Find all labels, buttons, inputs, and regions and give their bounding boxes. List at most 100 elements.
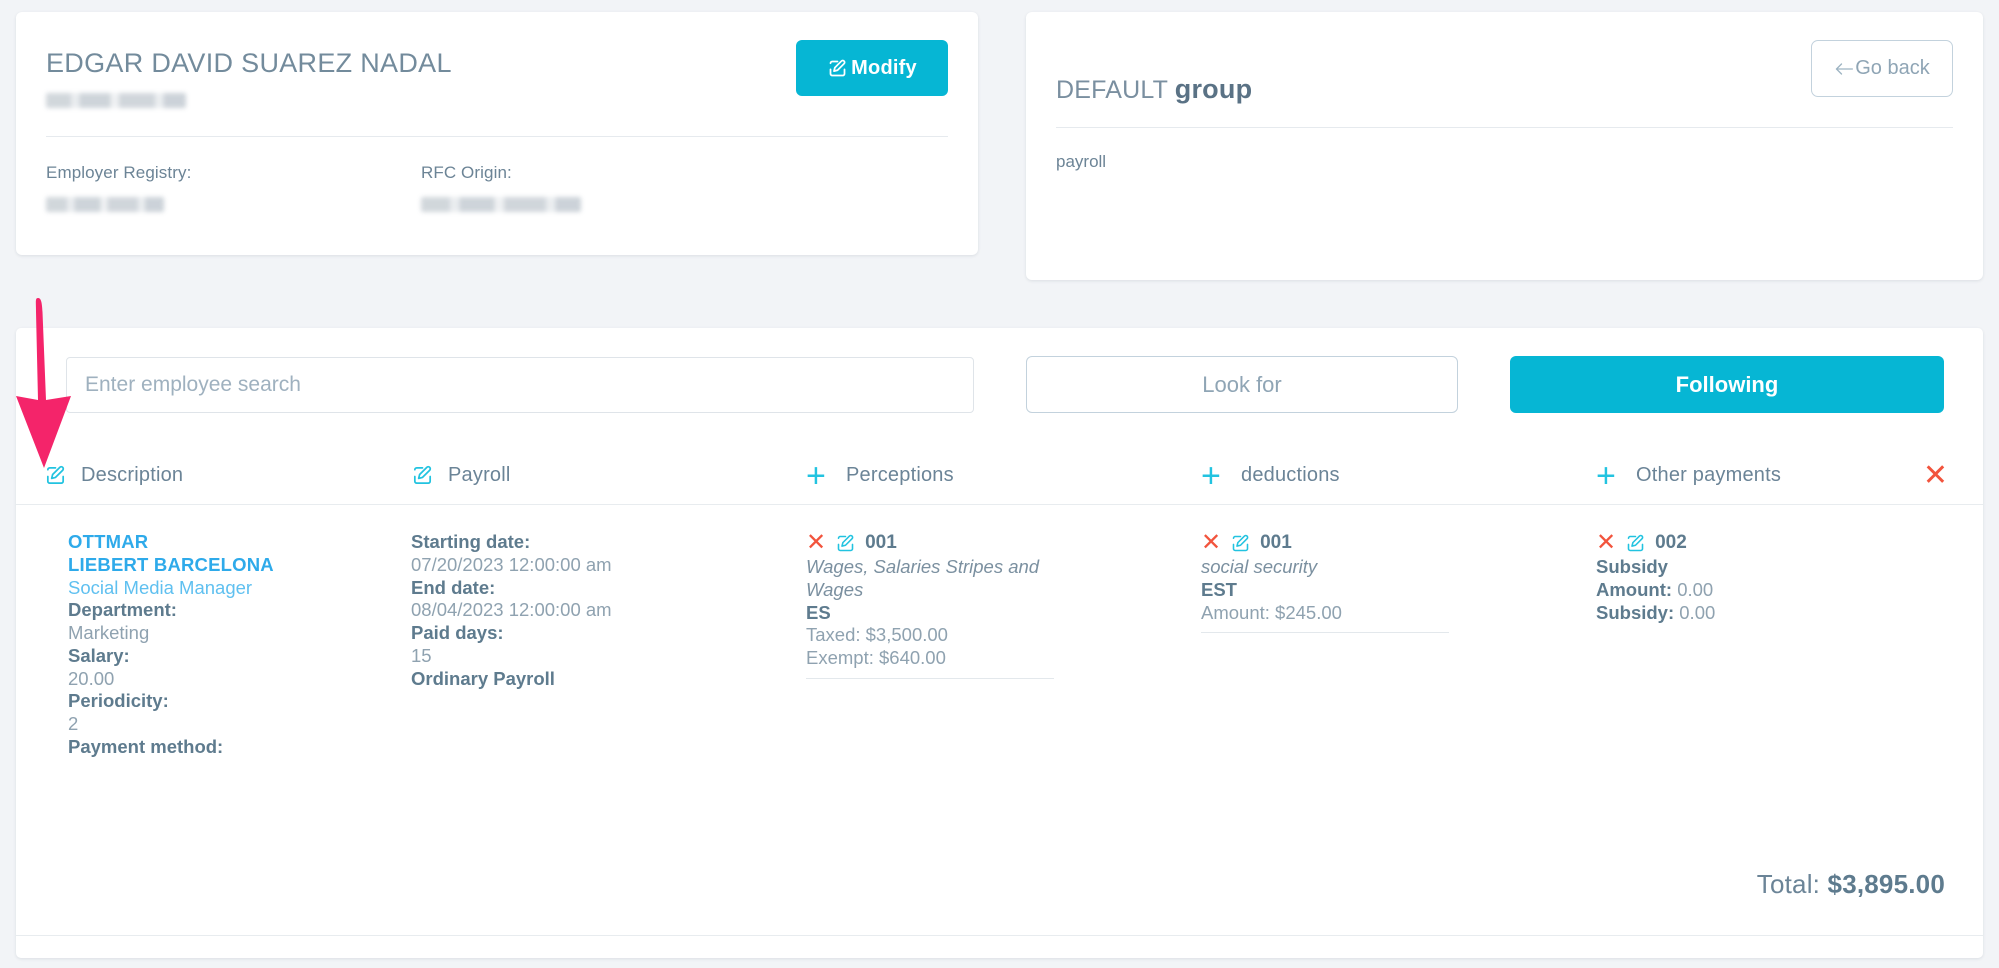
rfc-origin-label: RFC Origin:	[421, 163, 512, 182]
other-payments-head-inner: + Other payments	[1596, 459, 1781, 493]
column-header-perceptions-label: Perceptions	[846, 464, 954, 486]
department-value: Marketing	[68, 622, 150, 643]
end-date-label: End date:	[411, 576, 496, 598]
column-header-payroll-label: Payroll	[448, 464, 511, 486]
starting-date-value: 07/20/2023 12:00:00 am	[411, 553, 612, 575]
cell-deductions: ✕ 001 social security EST Amount: $245.0	[1201, 531, 1596, 759]
modify-button[interactable]: Modify	[796, 40, 948, 96]
perception-type: ES	[806, 601, 831, 623]
edit-pencil-icon	[827, 58, 848, 79]
employee-identity: EDGAR DAVID SUAREZ NADAL	[46, 40, 452, 108]
other-payment-amount-value: 0.00	[1677, 578, 1714, 600]
other-payment-amount-row: Amount: 0.00	[1596, 579, 1948, 602]
payroll-row: OTTMAR LIEBERT BARCELONA Social Media Ma…	[16, 505, 1983, 759]
payment-method-label: Payment method:	[68, 735, 224, 757]
deduction-entry-divider	[1201, 632, 1449, 634]
total-value: $3,895.00	[1827, 869, 1945, 899]
following-button[interactable]: Following	[1510, 356, 1944, 413]
deduction-concept: social security	[1201, 556, 1318, 577]
paid-days-value: 15	[411, 644, 432, 666]
employee-card-header: EDGAR DAVID SUAREZ NADAL Modify	[46, 40, 948, 108]
plus-icon[interactable]: +	[1596, 459, 1622, 493]
column-header-payroll[interactable]: Payroll	[411, 456, 806, 496]
starting-date-label: Starting date:	[411, 531, 531, 552]
payroll-type: Ordinary Payroll	[411, 667, 555, 689]
group-title-prefix: DEFAULT	[1056, 76, 1168, 104]
total-row: Total: $3,895.00	[1757, 869, 1945, 900]
other-payment-entry: ✕ 002 Subsidy Amount: 0.00 Subsidy: 0.00	[1596, 531, 1948, 624]
deduction-type: EST	[1201, 578, 1237, 600]
total-label: Total:	[1756, 869, 1821, 899]
summary-cards-row: EDGAR DAVID SUAREZ NADAL Modify Employer…	[0, 0, 1999, 280]
perception-entry: ✕ 001 Wages, Salaries Stripes and Wages …	[806, 531, 1201, 679]
group-body-text: payroll	[1056, 152, 1107, 171]
deduction-entry: ✕ 001 social security EST Amount: $245.0	[1201, 531, 1596, 634]
delete-x-icon[interactable]: ✕	[1596, 531, 1616, 555]
perception-entry-divider	[806, 677, 1054, 679]
other-payment-subsidy-label: Subsidy:	[1596, 601, 1675, 623]
column-header-description[interactable]: Description	[16, 456, 411, 496]
look-for-button[interactable]: Look for	[1026, 356, 1458, 413]
edit-pencil-icon[interactable]	[835, 533, 856, 554]
edit-pencil-icon[interactable]	[1230, 533, 1251, 554]
edit-pencil-icon[interactable]	[1625, 533, 1646, 554]
deduction-code: 001	[1260, 532, 1292, 554]
group-card-divider	[1056, 127, 1953, 128]
salary-value: 20.00	[68, 667, 115, 689]
column-header-deductions-label: deductions	[1241, 464, 1340, 486]
edit-pencil-icon[interactable]	[411, 464, 434, 487]
modify-button-label: Modify	[851, 56, 917, 79]
arrow-left-icon	[1834, 61, 1854, 77]
plus-icon[interactable]: +	[806, 459, 832, 493]
other-payment-subsidy-row: Subsidy: 0.00	[1596, 602, 1948, 625]
field-employer-registry: Employer Registry:	[46, 163, 421, 212]
go-back-label: Go back	[1855, 57, 1930, 79]
employee-card-divider	[46, 136, 948, 137]
plus-icon[interactable]: +	[1201, 459, 1227, 493]
perception-taxed: Taxed: $3,500.00	[806, 624, 948, 646]
perception-code: 001	[865, 532, 897, 554]
employee-role: Social Media Manager	[68, 576, 253, 598]
delete-x-icon[interactable]: ✕	[1201, 531, 1221, 555]
group-card-header: DEFAULT group Go back	[1056, 40, 1953, 105]
panel-footer-divider	[16, 935, 1983, 936]
other-payment-entry-header: ✕ 002	[1596, 531, 1948, 555]
column-header-description-label: Description	[81, 464, 184, 486]
deduction-amount: Amount: $245.00	[1201, 601, 1342, 623]
employee-name-line1[interactable]: OTTMAR	[68, 531, 411, 554]
paid-days-label: Paid days:	[411, 622, 504, 643]
other-payment-amount-label: Amount:	[1596, 578, 1673, 600]
group-title: DEFAULT group	[1056, 40, 1252, 105]
other-payment-code: 002	[1655, 532, 1687, 554]
search-input[interactable]	[66, 356, 974, 413]
field-rfc-origin: RFC Origin:	[421, 163, 796, 212]
toolbar: Look for Following	[16, 328, 1983, 413]
column-header-other-payments[interactable]: + Other payments ✕	[1596, 456, 1976, 496]
department-label: Department:	[68, 599, 177, 621]
group-title-strong: group	[1174, 74, 1253, 104]
perception-entry-header: ✕ 001	[806, 531, 1201, 555]
other-payment-concept: Subsidy	[1596, 556, 1668, 577]
go-back-button[interactable]: Go back	[1811, 40, 1953, 97]
column-header-other-payments-label: Other payments	[1636, 464, 1782, 486]
employer-registry-label: Employer Registry:	[46, 163, 192, 182]
cell-perceptions: ✕ 001 Wages, Salaries Stripes and Wages …	[806, 531, 1201, 759]
rfc-origin-value-redacted	[421, 197, 581, 212]
column-header-deductions[interactable]: + deductions	[1201, 456, 1596, 496]
cell-description: OTTMAR LIEBERT BARCELONA Social Media Ma…	[16, 531, 411, 759]
perception-concept: Wages, Salaries Stripes and Wages	[806, 556, 1040, 600]
column-header-perceptions[interactable]: + Perceptions	[806, 456, 1201, 496]
employee-name: EDGAR DAVID SUAREZ NADAL	[46, 48, 452, 78]
column-headers: Description Payroll + Perceptions + dedu…	[16, 413, 1983, 505]
periodicity-label: Periodicity:	[68, 690, 169, 712]
employer-registry-value-redacted	[46, 197, 164, 212]
payroll-panel: Look for Following Description	[16, 328, 1983, 958]
close-x-icon[interactable]: ✕	[1923, 460, 1948, 491]
employee-name-line2[interactable]: LIEBERT BARCELONA	[68, 554, 411, 577]
end-date-value: 08/04/2023 12:00:00 am	[411, 599, 612, 621]
group-card: DEFAULT group Go back payroll	[1026, 12, 1983, 280]
other-payment-subsidy-value: 0.00	[1679, 601, 1716, 623]
periodicity-value: 2	[68, 713, 79, 734]
edit-pencil-icon[interactable]	[44, 464, 67, 487]
delete-x-icon[interactable]: ✕	[806, 531, 826, 555]
